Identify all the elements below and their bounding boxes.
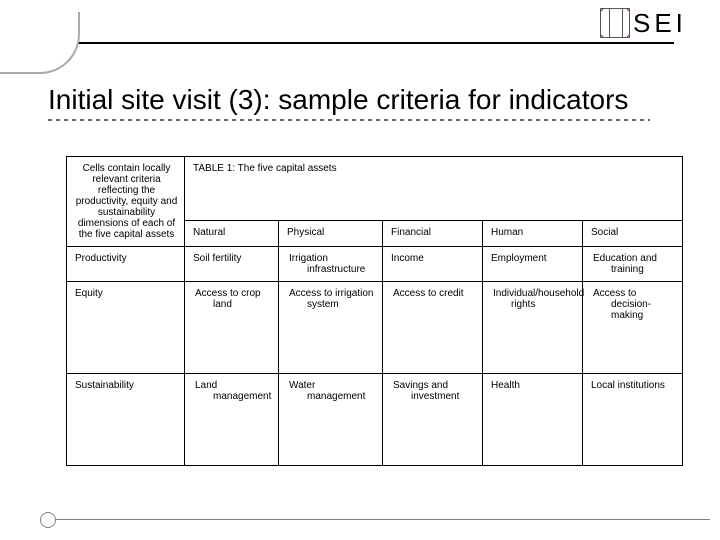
title-underline: [48, 119, 650, 121]
sei-logo-icon: [600, 8, 630, 38]
col-header-social: Social: [583, 221, 683, 247]
table-caption: TABLE 1: The five capital assets: [185, 157, 683, 221]
footer-dot-icon: [40, 512, 56, 528]
cell-text: Irrigation infrastructure: [287, 253, 376, 275]
cell-text: Water management: [287, 380, 376, 402]
sei-logo-text: SEI: [633, 8, 687, 39]
cell: Individual/household rights: [483, 282, 583, 374]
row-header-productivity: Productivity: [67, 247, 185, 282]
cell: Irrigation infrastructure: [279, 247, 383, 282]
cell-text: Access to crop land: [193, 288, 272, 310]
cell: Health: [483, 374, 583, 466]
cell: Soil fertility: [185, 247, 279, 282]
slide: { "logo": { "text": "SEI" }, "title": "I…: [0, 0, 720, 540]
cell: Local institutions: [583, 374, 683, 466]
row-header-equity: Equity: [67, 282, 185, 374]
cell-text: Access to irrigation system: [287, 288, 376, 310]
criteria-table: Cells contain locally relevant criteria …: [66, 156, 683, 466]
col-header-financial: Financial: [383, 221, 483, 247]
col-header-human: Human: [483, 221, 583, 247]
table-description-cell: Cells contain locally relevant criteria …: [67, 157, 185, 247]
table-description: Cells contain locally relevant criteria …: [75, 163, 178, 240]
col-header-physical: Physical: [279, 221, 383, 247]
cell: Education and training: [583, 247, 683, 282]
cell: Water management: [279, 374, 383, 466]
cell-text: Access to decision-making: [591, 288, 676, 321]
cell: Access to crop land: [185, 282, 279, 374]
cell: Access to credit: [383, 282, 483, 374]
cell: Income: [383, 247, 483, 282]
cell-text: Access to credit: [391, 288, 476, 299]
cell-text: Individual/household rights: [491, 288, 576, 310]
header-divider: [0, 42, 674, 44]
cell: Land management: [185, 374, 279, 466]
table-row: Equity Access to crop land Access to irr…: [67, 282, 683, 374]
cell-text: Land management: [193, 380, 272, 402]
cell-text: Education and training: [591, 253, 676, 275]
sei-logo: SEI: [600, 6, 706, 40]
table-row: Sustainability Land management Water man…: [67, 374, 683, 466]
footer-divider: [54, 519, 710, 520]
cell-text: Savings and investment: [391, 380, 476, 402]
cell: Access to irrigation system: [279, 282, 383, 374]
row-header-sustainability: Sustainability: [67, 374, 185, 466]
cell: Employment: [483, 247, 583, 282]
table-header-row-1: Cells contain locally relevant criteria …: [67, 157, 683, 221]
col-header-natural: Natural: [185, 221, 279, 247]
cell: Savings and investment: [383, 374, 483, 466]
header-arc: [0, 12, 80, 74]
cell: Access to decision-making: [583, 282, 683, 374]
page-title: Initial site visit (3): sample criteria …: [48, 84, 700, 116]
table-row: Productivity Soil fertility Irrigation i…: [67, 247, 683, 282]
